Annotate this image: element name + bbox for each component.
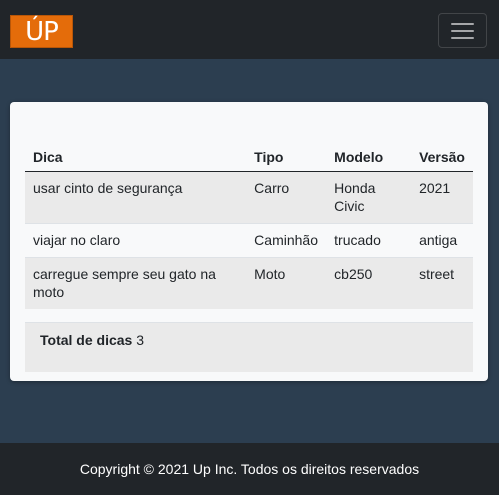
table-header-row: Dica Tipo Modelo Versão	[25, 142, 473, 172]
cell-versao: street	[411, 257, 473, 309]
cell-dica: viajar no claro	[25, 223, 247, 258]
cell-modelo: cb250	[326, 257, 412, 309]
total-summary: Total de dicas 3	[25, 322, 473, 372]
cell-dica: carregue sempre seu gato na moto	[25, 257, 247, 309]
column-header-tipo: Tipo	[246, 142, 327, 172]
cell-tipo: Moto	[246, 257, 327, 309]
cell-versao: 2021	[411, 171, 473, 224]
cell-modelo: trucado	[326, 223, 412, 258]
brand-logo[interactable]: ÚP	[10, 15, 73, 48]
table-row: usar cinto de segurança Carro Honda Civi…	[25, 171, 473, 224]
table-row: viajar no claro Caminhão trucado antiga	[25, 223, 473, 258]
tips-table: Dica Tipo Modelo Versão usar cinto de se…	[25, 142, 473, 309]
cell-versao: antiga	[411, 223, 473, 258]
table-row: carregue sempre seu gato na moto Moto cb…	[25, 257, 473, 309]
page-footer: Copyright © 2021 Up Inc. Todos os direit…	[0, 443, 499, 495]
total-label: Total de dicas	[40, 332, 133, 348]
footer-copyright: Copyright © 2021 Up Inc. Todos os direit…	[79, 461, 420, 477]
cell-tipo: Caminhão	[246, 223, 327, 258]
cell-tipo: Carro	[246, 171, 327, 224]
navbar-toggler-button[interactable]	[438, 13, 487, 48]
hamburger-menu-icon	[451, 22, 474, 25]
column-header-modelo: Modelo	[326, 142, 412, 172]
column-header-versao: Versão	[411, 142, 473, 172]
tips-card: Dica Tipo Modelo Versão usar cinto de se…	[10, 102, 488, 381]
hamburger-menu-icon-bar	[451, 36, 474, 39]
navbar: ÚP	[0, 0, 499, 59]
cell-modelo: Honda Civic	[326, 171, 412, 224]
column-header-dica: Dica	[25, 142, 247, 172]
total-line: Total de dicas 3	[40, 332, 144, 348]
hamburger-menu-icon-bar	[451, 29, 474, 32]
cell-dica: usar cinto de segurança	[25, 171, 247, 224]
total-value: 3	[136, 332, 145, 348]
brand-logo-text: ÚP	[25, 16, 59, 47]
